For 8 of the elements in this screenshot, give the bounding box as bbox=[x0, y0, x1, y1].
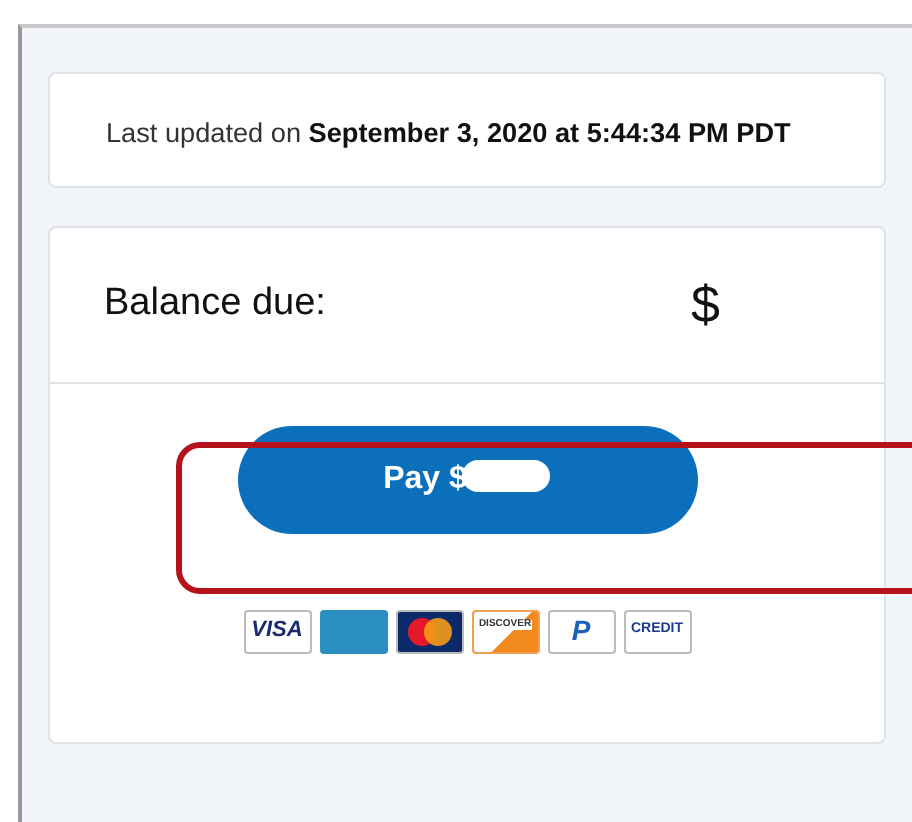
two-circle-card-logo bbox=[395, 609, 463, 654]
last-updated-text: Last updated on September 3, 2020 at 5:44:34 PM PDT bbox=[48, 72, 886, 188]
paypal-logo: P bbox=[547, 609, 615, 654]
balance-label: Balance due: bbox=[104, 279, 326, 328]
card-logo bbox=[319, 609, 387, 654]
visa-card-logo: VISA bbox=[243, 609, 311, 654]
redacted-amount bbox=[462, 459, 551, 492]
currency-sign: $ bbox=[691, 271, 720, 338]
